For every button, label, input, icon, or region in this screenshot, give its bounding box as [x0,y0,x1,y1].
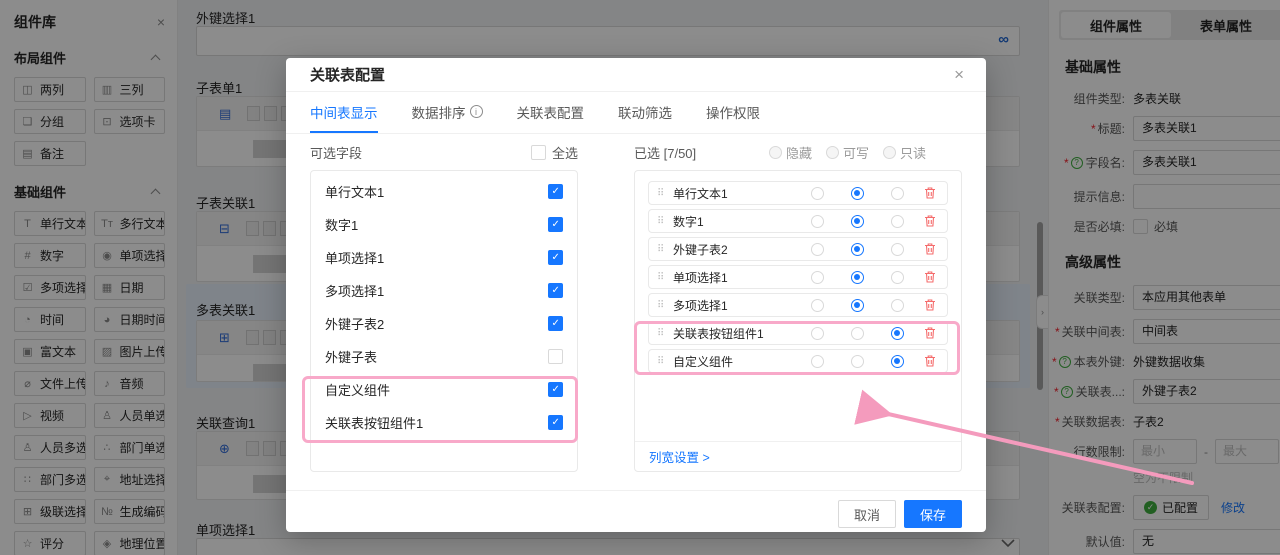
selected-field-row[interactable]: ⠿ 关联表按钮组件1 [648,321,948,345]
available-fields-header: 可选字段 [310,143,362,162]
hide-radio[interactable] [811,271,824,284]
field-label: 自定义组件 [673,353,797,370]
tab-middle-table-display[interactable]: 中间表显示 [310,92,378,133]
read-radio[interactable] [891,327,904,340]
field-checkbox[interactable] [548,382,563,397]
field-checkbox[interactable] [548,217,563,232]
hide-radio[interactable] [811,243,824,256]
column-width-settings-link[interactable]: 列宽设置 > [649,447,710,466]
field-label: 数字1 [673,213,797,230]
close-icon[interactable]: × [954,65,964,85]
hide-radio[interactable] [811,187,824,200]
related-table-config-dialog: 关联表配置 × 中间表显示 数据排序i 关联表配置 联动筛选 操作权限 可选字段… [286,58,986,532]
selected-field-row[interactable]: ⠿ 自定义组件 [648,349,948,373]
tab-data-sort[interactable]: 数据排序i [412,92,483,133]
hide-all-radio[interactable]: 隐藏 [769,143,812,162]
select-all-checkbox[interactable] [531,145,546,160]
field-label: 关联表按钮组件1 [673,325,797,342]
read-radio[interactable] [891,215,904,228]
available-field-row[interactable]: 外键子表 [311,340,577,373]
field-checkbox[interactable] [548,415,563,430]
write-radio[interactable] [851,355,864,368]
delete-icon[interactable] [917,214,943,228]
field-label: 多项选择1 [673,297,797,314]
available-field-row[interactable]: 外键子表2 [311,307,577,340]
tab-operation-permission[interactable]: 操作权限 [706,92,760,133]
available-field-row[interactable]: 关联表按钮组件1 [311,406,577,439]
read-radio[interactable] [891,355,904,368]
select-all-label: 全选 [552,143,578,162]
field-label: 外键子表2 [325,314,384,333]
hide-radio[interactable] [811,299,824,312]
write-radio[interactable] [851,327,864,340]
hide-radio[interactable] [811,355,824,368]
field-label: 自定义组件 [325,380,390,399]
field-checkbox[interactable] [548,283,563,298]
available-field-row[interactable]: 多项选择1 [311,274,577,307]
field-checkbox[interactable] [548,316,563,331]
drag-handle-icon[interactable]: ⠿ [657,300,673,311]
cancel-button[interactable]: 取消 [838,500,896,528]
save-button[interactable]: 保存 [904,500,962,528]
available-field-row[interactable]: 单项选择1 [311,241,577,274]
available-field-row[interactable]: 数字1 [311,208,577,241]
read-radio[interactable] [891,299,904,312]
selected-field-row[interactable]: ⠿ 单行文本1 [648,181,948,205]
drag-handle-icon[interactable]: ⠿ [657,356,673,367]
drag-handle-icon[interactable]: ⠿ [657,216,673,227]
read-all-radio[interactable]: 只读 [883,143,926,162]
delete-icon[interactable] [917,242,943,256]
field-label: 单行文本1 [673,185,797,202]
field-label: 单项选择1 [325,248,384,267]
info-icon: i [470,105,483,118]
field-label: 外键子表 [325,347,377,366]
write-radio[interactable] [851,243,864,256]
field-label: 关联表按钮组件1 [325,413,423,432]
read-radio[interactable] [891,243,904,256]
field-label: 外键子表2 [673,241,797,258]
delete-icon[interactable] [917,298,943,312]
field-checkbox[interactable] [548,349,563,364]
selected-field-row[interactable]: ⠿ 数字1 [648,209,948,233]
dialog-tabbar: 中间表显示 数据排序i 关联表配置 联动筛选 操作权限 [286,92,986,134]
available-field-row[interactable]: 自定义组件 [311,373,577,406]
drag-handle-icon[interactable]: ⠿ [657,272,673,283]
selected-field-row[interactable]: ⠿ 多项选择1 [648,293,948,317]
delete-icon[interactable] [917,326,943,340]
read-radio[interactable] [891,187,904,200]
drag-handle-icon[interactable]: ⠿ [657,244,673,255]
field-checkbox[interactable] [548,250,563,265]
form-designer-app: 组件库 × 布局组件 ◫ 两列 ▥ 三列 ❏ 分组 ⊡ 选项卡 [0,0,1280,555]
drag-handle-icon[interactable]: ⠿ [657,328,673,339]
tab-related-table-config[interactable]: 关联表配置 [517,92,585,133]
hide-radio[interactable] [811,215,824,228]
hide-radio[interactable] [811,327,824,340]
selected-fields-list: ⠿ 单行文本1 ⠿ 数字1 [635,171,961,441]
field-label: 多项选择1 [325,281,384,300]
field-label: 单项选择1 [673,269,797,286]
read-radio[interactable] [891,271,904,284]
delete-icon[interactable] [917,354,943,368]
write-radio[interactable] [851,271,864,284]
selected-fields-header: 已选 [7/50] [634,143,696,162]
available-fields-list: 单行文本1 数字1 单项选择1 多项选择1 外键子表2 [310,170,578,472]
field-label: 数字1 [325,215,358,234]
selected-field-row[interactable]: ⠿ 外键子表2 [648,237,948,261]
available-field-row[interactable]: 单行文本1 [311,175,577,208]
drag-handle-icon[interactable]: ⠿ [657,188,673,199]
field-checkbox[interactable] [548,184,563,199]
write-radio[interactable] [851,299,864,312]
dialog-title: 关联表配置 [310,64,385,85]
selected-fields-panel: ⠿ 单行文本1 ⠿ 数字1 [634,170,962,472]
tab-linkage-filter[interactable]: 联动筛选 [618,92,672,133]
write-all-radio[interactable]: 可写 [826,143,869,162]
selected-field-row[interactable]: ⠿ 单项选择1 [648,265,948,289]
delete-icon[interactable] [917,186,943,200]
field-label: 单行文本1 [325,182,384,201]
write-radio[interactable] [851,187,864,200]
write-radio[interactable] [851,215,864,228]
delete-icon[interactable] [917,270,943,284]
